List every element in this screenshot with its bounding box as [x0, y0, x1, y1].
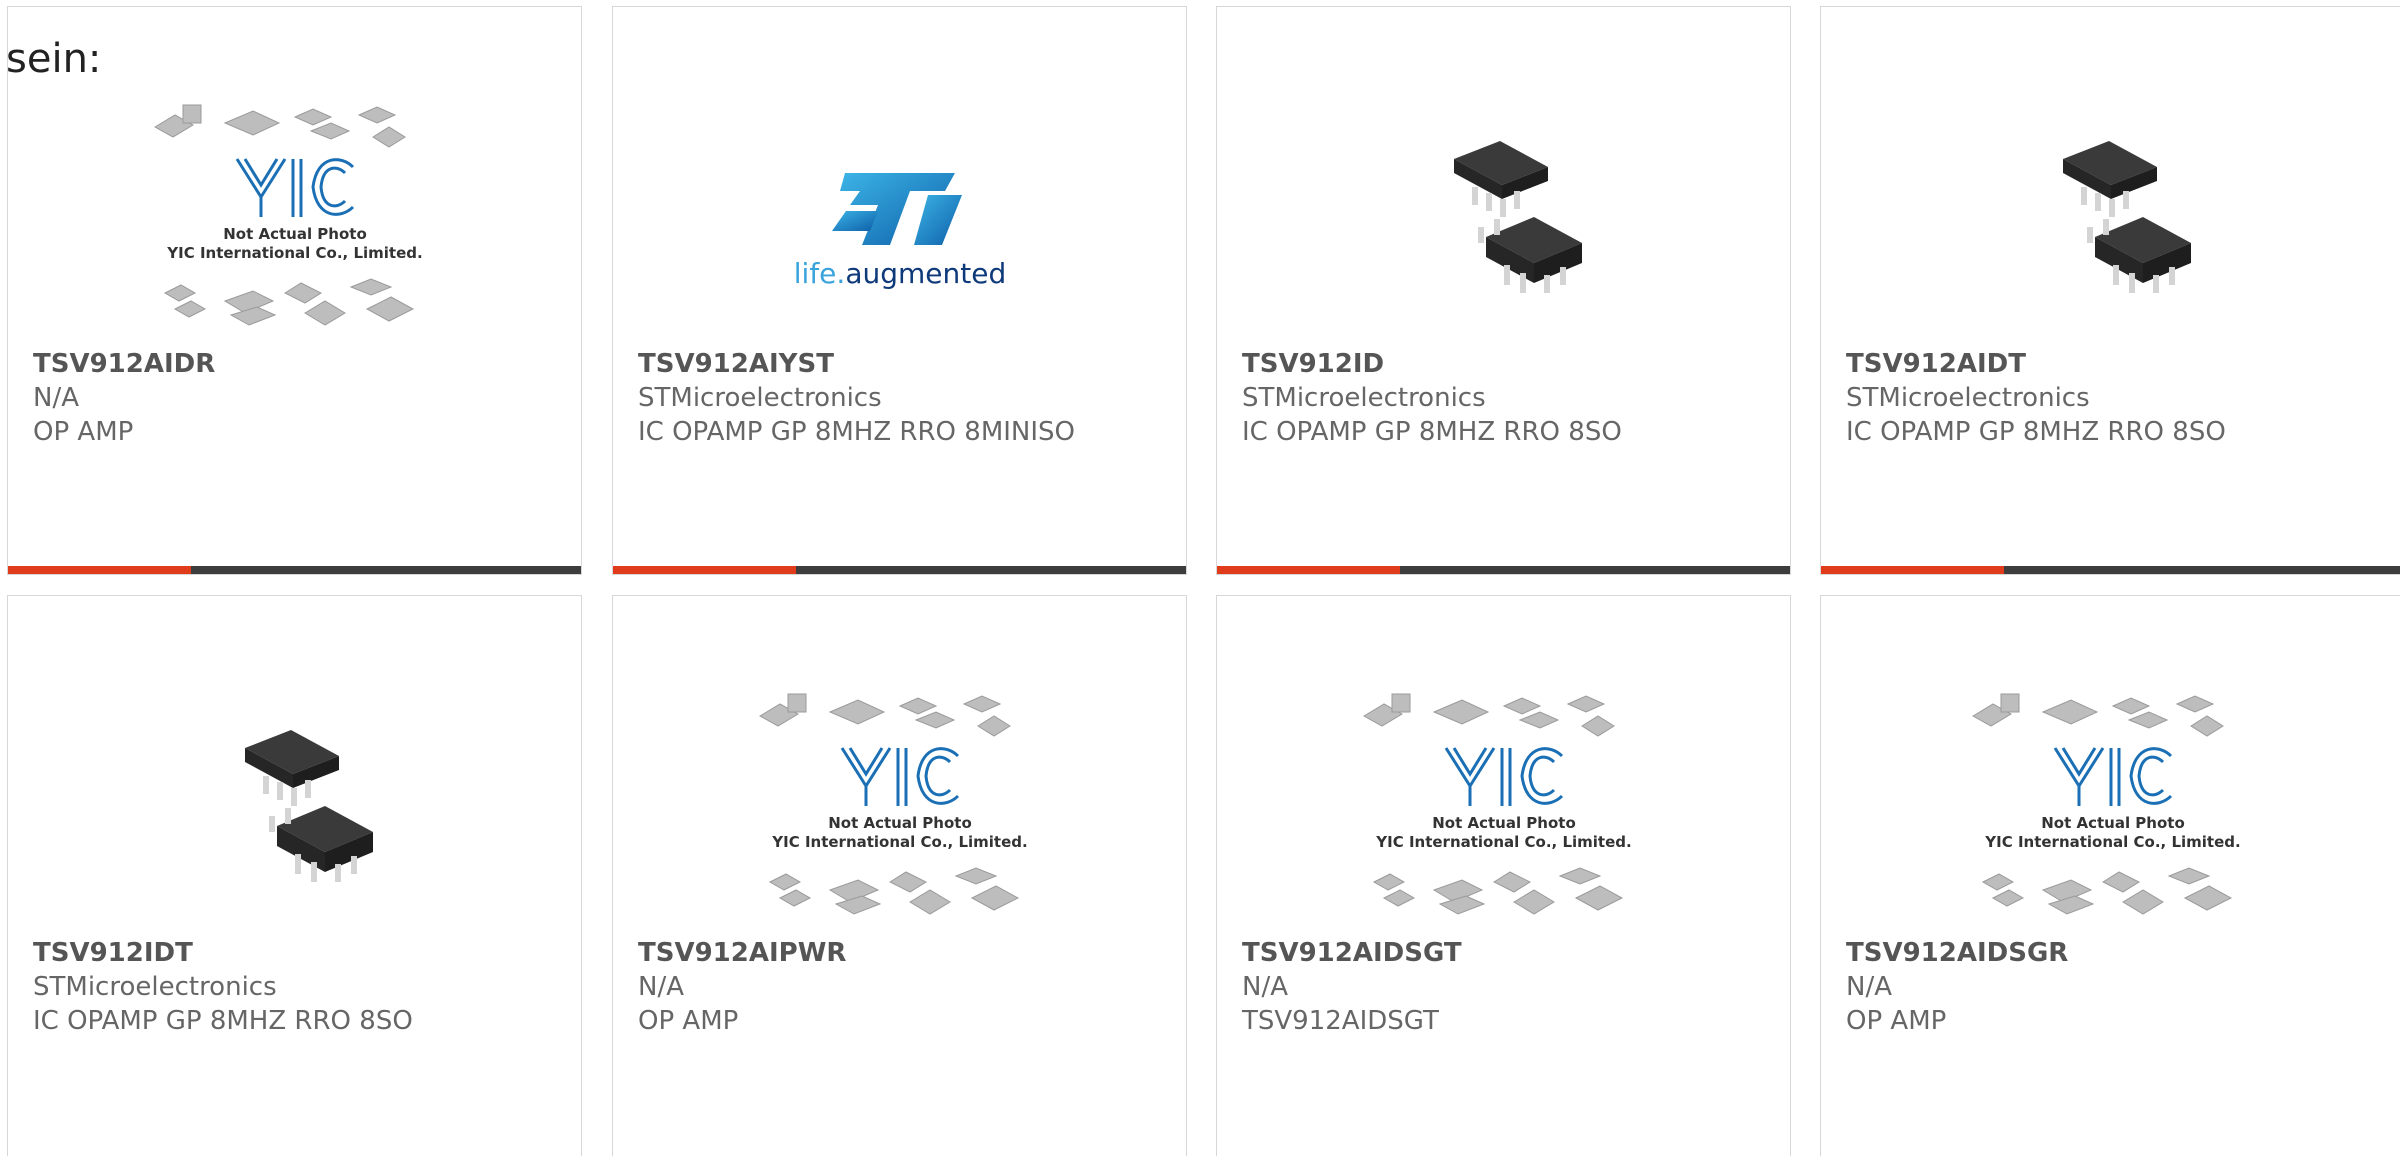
product-card[interactable]: Not Actual Photo YIC International Co., …: [612, 595, 1187, 1156]
manufacturer: N/A: [33, 383, 79, 413]
product-image[interactable]: Not Actual Photo YIC International Co., …: [1217, 676, 1790, 932]
svg-text:life.augmented: life.augmented: [793, 257, 1005, 290]
product-meta: TSV912AIDSGT N/A TSV912AIDSGT: [1242, 936, 1770, 1038]
card-bottom-bar: [1217, 566, 1790, 574]
product-image[interactable]: Not Actual Photo YIC International Co., …: [8, 87, 581, 343]
placeholder-image-icon: Not Actual Photo YIC International Co., …: [153, 104, 422, 326]
placeholder-image-icon: Not Actual Photo YIC International Co., …: [1971, 693, 2240, 915]
part-number[interactable]: TSV912AIDSGR: [1846, 936, 2384, 970]
soic-chip-icon: [1453, 141, 1582, 293]
soic-chip-icon: [2062, 141, 2191, 293]
soic-chip-icon: [244, 730, 373, 882]
placeholder-line1: Not Actual Photo: [2041, 814, 2185, 832]
placeholder-line2: YIC International Co., Limited.: [1375, 833, 1631, 851]
product-meta: TSV912AIPWR N/A OP AMP: [638, 936, 1166, 1038]
card-bottom-bar: [613, 566, 1186, 574]
manufacturer: STMicroelectronics: [638, 383, 882, 413]
card-accent-bar: [1217, 566, 1400, 574]
placeholder-line2: YIC International Co., Limited.: [166, 244, 422, 262]
manufacturer: STMicroelectronics: [1242, 383, 1486, 413]
placeholder-line1: Not Actual Photo: [828, 814, 972, 832]
placeholder-line1: Not Actual Photo: [1432, 814, 1576, 832]
product-card[interactable]: Not Actual Photo YIC International Co., …: [7, 6, 582, 575]
product-card[interactable]: life.augmented TSV912AIYST STMicroelectr…: [612, 6, 1187, 575]
product-image[interactable]: [1217, 87, 1790, 343]
part-number[interactable]: TSV912AIDSGT: [1242, 936, 1770, 970]
part-number[interactable]: TSV912ID: [1242, 347, 1770, 381]
st-logo-icon: life.augmented: [793, 173, 1006, 290]
placeholder-line2: YIC International Co., Limited.: [1984, 833, 2240, 851]
description: IC OPAMP GP 8MHZ RRO 8SO: [1846, 417, 2226, 447]
description: OP AMP: [33, 417, 134, 447]
st-tagline-b: augmented: [845, 257, 1006, 290]
part-number[interactable]: TSV912AIDT: [1846, 347, 2384, 381]
description: IC OPAMP GP 8MHZ RRO 8SO: [1242, 417, 1622, 447]
product-image[interactable]: life.augmented: [613, 87, 1186, 343]
product-meta: TSV912IDT STMicroelectronics IC OPAMP GP…: [33, 936, 561, 1038]
product-image[interactable]: [1821, 87, 2400, 343]
part-number[interactable]: TSV912AIYST: [638, 347, 1166, 381]
card-accent-bar: [8, 566, 191, 574]
description: IC OPAMP GP 8MHZ RRO 8MINISO: [638, 417, 1076, 447]
product-card[interactable]: Not Actual Photo YIC International Co., …: [1820, 595, 2400, 1156]
product-meta: TSV912AIYST STMicroelectronics IC OPAMP …: [638, 347, 1166, 449]
description: TSV912AIDSGT: [1242, 1006, 1439, 1036]
product-meta: TSV912AIDR N/A OP AMP: [33, 347, 561, 449]
part-number[interactable]: TSV912AIDR: [33, 347, 561, 381]
product-image[interactable]: [8, 676, 581, 932]
placeholder-image-icon: Not Actual Photo YIC International Co., …: [1362, 693, 1631, 915]
intro-text: sein:: [6, 36, 102, 82]
card-accent-bar: [613, 566, 796, 574]
placeholder-line1: Not Actual Photo: [223, 225, 367, 243]
product-card[interactable]: TSV912AIDT STMicroelectronics IC OPAMP G…: [1820, 6, 2400, 575]
manufacturer: N/A: [1846, 972, 1892, 1002]
product-card[interactable]: TSV912ID STMicroelectronics IC OPAMP GP …: [1216, 6, 1791, 575]
placeholder-line2: YIC International Co., Limited.: [771, 833, 1027, 851]
manufacturer: STMicroelectronics: [1846, 383, 2090, 413]
card-bottom-bar: [1821, 566, 2400, 574]
part-number[interactable]: TSV912IDT: [33, 936, 561, 970]
product-meta: TSV912ID STMicroelectronics IC OPAMP GP …: [1242, 347, 1770, 449]
manufacturer: N/A: [1242, 972, 1288, 1002]
product-image[interactable]: Not Actual Photo YIC International Co., …: [1821, 676, 2400, 932]
description: OP AMP: [1846, 1006, 1947, 1036]
part-number[interactable]: TSV912AIPWR: [638, 936, 1166, 970]
product-card[interactable]: TSV912IDT STMicroelectronics IC OPAMP GP…: [7, 595, 582, 1156]
product-image[interactable]: Not Actual Photo YIC International Co., …: [613, 676, 1186, 932]
product-meta: TSV912AIDSGR N/A OP AMP: [1846, 936, 2384, 1038]
card-bottom-bar: [8, 566, 581, 574]
product-meta: TSV912AIDT STMicroelectronics IC OPAMP G…: [1846, 347, 2384, 449]
product-card[interactable]: Not Actual Photo YIC International Co., …: [1216, 595, 1791, 1156]
description: IC OPAMP GP 8MHZ RRO 8SO: [33, 1006, 413, 1036]
manufacturer: STMicroelectronics: [33, 972, 277, 1002]
card-accent-bar: [1821, 566, 2004, 574]
placeholder-image-icon: Not Actual Photo YIC International Co., …: [758, 693, 1027, 915]
description: OP AMP: [638, 1006, 739, 1036]
st-tagline-a: life.: [793, 257, 845, 290]
manufacturer: N/A: [638, 972, 684, 1002]
product-grid-page: sein: Not Actual Photo YIC International…: [0, 0, 2400, 1156]
